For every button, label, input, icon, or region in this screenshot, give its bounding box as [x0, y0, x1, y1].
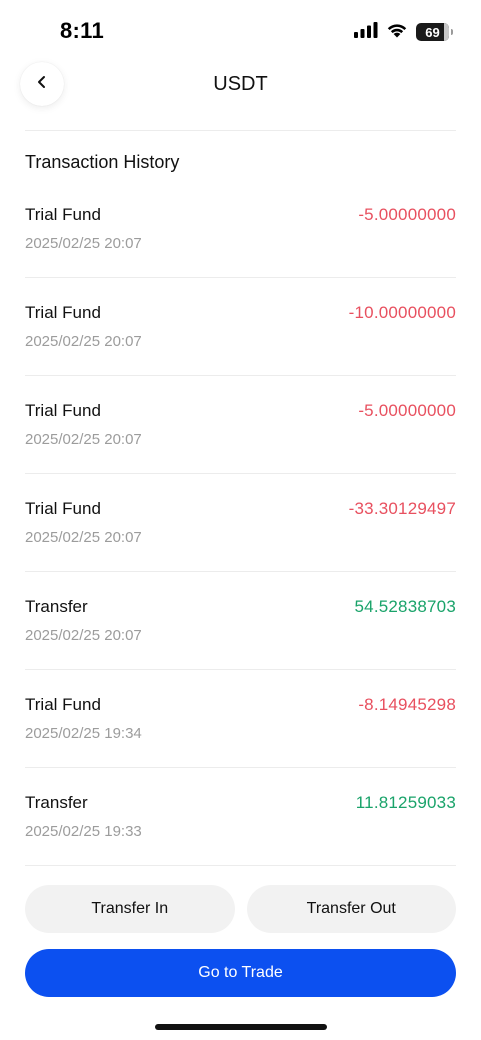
transaction-label: Trial Fund: [25, 205, 101, 224]
transaction-date: 2025/02/25 20:07: [25, 235, 142, 252]
transaction-date: 2025/02/25 19:34: [25, 725, 142, 742]
transaction-date: 2025/02/25 20:07: [25, 431, 142, 448]
transaction-amount: -5.00000000: [358, 205, 456, 224]
transaction-amount: 11.81259033: [355, 793, 456, 812]
transaction-list: Trial Fund 2025/02/25 20:07 -5.00000000 …: [25, 180, 456, 866]
header-divider: [25, 130, 456, 131]
transfer-out-button[interactable]: Transfer Out: [246, 885, 456, 933]
signal-icon: [354, 21, 378, 43]
usdt-history-screen: 8:11 69 USDT Transaction History Trial F…: [0, 0, 481, 1040]
transaction-amount: 54.52838703: [354, 597, 456, 616]
transaction-amount: -33.30129497: [348, 499, 456, 518]
transaction-amount: -8.14945298: [358, 695, 456, 714]
transaction-row[interactable]: Trial Fund 2025/02/25 19:34 -8.14945298: [25, 670, 456, 768]
home-indicator[interactable]: [155, 1024, 327, 1030]
transaction-label: Transfer: [25, 597, 88, 616]
transaction-row[interactable]: Transfer 2025/02/25 19:33 11.81259033: [25, 768, 456, 866]
transaction-row[interactable]: Trial Fund 2025/02/25 20:07 -5.00000000: [25, 376, 456, 474]
status-time: 8:11: [60, 18, 105, 43]
status-bar: 8:11 69: [0, 0, 481, 64]
transaction-date: 2025/02/25 19:33: [25, 823, 142, 840]
transaction-row[interactable]: Trial Fund 2025/02/25 20:07 -10.00000000: [25, 278, 456, 376]
transaction-row[interactable]: Transfer 2025/02/25 20:07 54.52838703: [25, 572, 456, 670]
section-title: Transaction History: [25, 152, 180, 172]
battery-icon: 69: [416, 23, 453, 41]
transaction-row[interactable]: Trial Fund 2025/02/25 20:07 -5.00000000: [25, 180, 456, 278]
transfer-in-button[interactable]: Transfer In: [25, 885, 235, 933]
transaction-date: 2025/02/25 20:07: [25, 529, 142, 546]
header: USDT: [0, 60, 481, 114]
status-icons: 69: [354, 21, 453, 43]
wifi-icon: [386, 22, 408, 43]
transaction-label: Trial Fund: [25, 401, 101, 420]
transaction-row[interactable]: Trial Fund 2025/02/25 20:07 -33.30129497: [25, 474, 456, 572]
transaction-label: Trial Fund: [25, 695, 101, 714]
page-title: USDT: [213, 73, 268, 95]
transaction-amount: -5.00000000: [358, 401, 456, 420]
transaction-date: 2025/02/25 20:07: [25, 333, 142, 350]
transaction-label: Trial Fund: [25, 303, 101, 322]
transaction-date: 2025/02/25 20:07: [25, 627, 142, 644]
transaction-amount: -10.00000000: [348, 303, 456, 322]
transaction-label: Transfer: [25, 793, 88, 812]
transfer-button-row: Transfer In Transfer Out: [25, 885, 456, 933]
battery-percent: 69: [425, 24, 440, 40]
go-to-trade-button[interactable]: Go to Trade: [25, 949, 456, 997]
transaction-label: Trial Fund: [25, 499, 101, 518]
